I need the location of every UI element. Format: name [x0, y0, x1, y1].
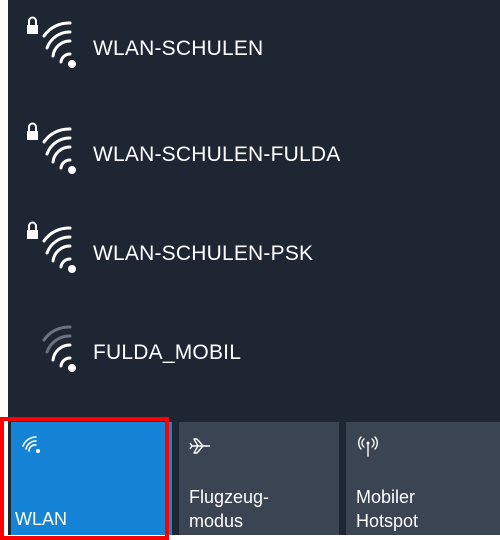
mobile-hotspot-button[interactable]: Mobiler Hotspot	[346, 422, 500, 535]
wifi-secured-icon	[27, 16, 76, 68]
flight-mode-label-line1: Flugzeug-	[189, 487, 270, 507]
wifi-icon	[22, 436, 40, 453]
mobile-hotspot-label-line2: Hotspot	[356, 511, 419, 531]
wlan-toggle-button[interactable]: WLAN	[11, 422, 172, 535]
flight-mode-label: Flugzeug- modus	[189, 485, 269, 533]
network-ssid: WLAN-SCHULEN-FULDA	[93, 143, 341, 166]
flight-mode-button[interactable]: Flugzeug- modus	[179, 422, 339, 535]
mobile-hotspot-label: Mobiler Hotspot	[356, 485, 418, 533]
network-flyout: WLAN-SCHULEN WLAN-SCHULEN-FULDA WLAN-SCH…	[8, 0, 500, 535]
network-item-wlan-schulen-psk[interactable]: WLAN-SCHULEN-PSK	[8, 205, 500, 301]
network-item-wlan-schulen-fulda[interactable]: WLAN-SCHULEN-FULDA	[8, 106, 500, 202]
mobile-hotspot-label-line1: Mobiler	[356, 487, 416, 507]
network-ssid: FULDA_MOBIL	[93, 341, 242, 364]
wifi-secured-icon	[27, 122, 76, 174]
wifi-secured-icon	[27, 221, 76, 273]
network-item-wlan-schulen[interactable]: WLAN-SCHULEN	[8, 0, 500, 96]
hotspot-icon	[358, 436, 378, 457]
flight-mode-label-line2: modus	[189, 511, 244, 531]
wlan-label: WLAN	[15, 509, 68, 529]
quick-actions: WLAN Flugzeug- modus Mobiler Hotspot	[8, 412, 500, 535]
airplane-icon	[189, 438, 210, 454]
network-ssid: WLAN-SCHULEN-PSK	[93, 242, 314, 265]
wifi-weak-icon	[42, 325, 76, 372]
network-item-fulda-mobil[interactable]: FULDA_MOBIL	[8, 304, 500, 400]
network-ssid: WLAN-SCHULEN	[93, 37, 264, 60]
